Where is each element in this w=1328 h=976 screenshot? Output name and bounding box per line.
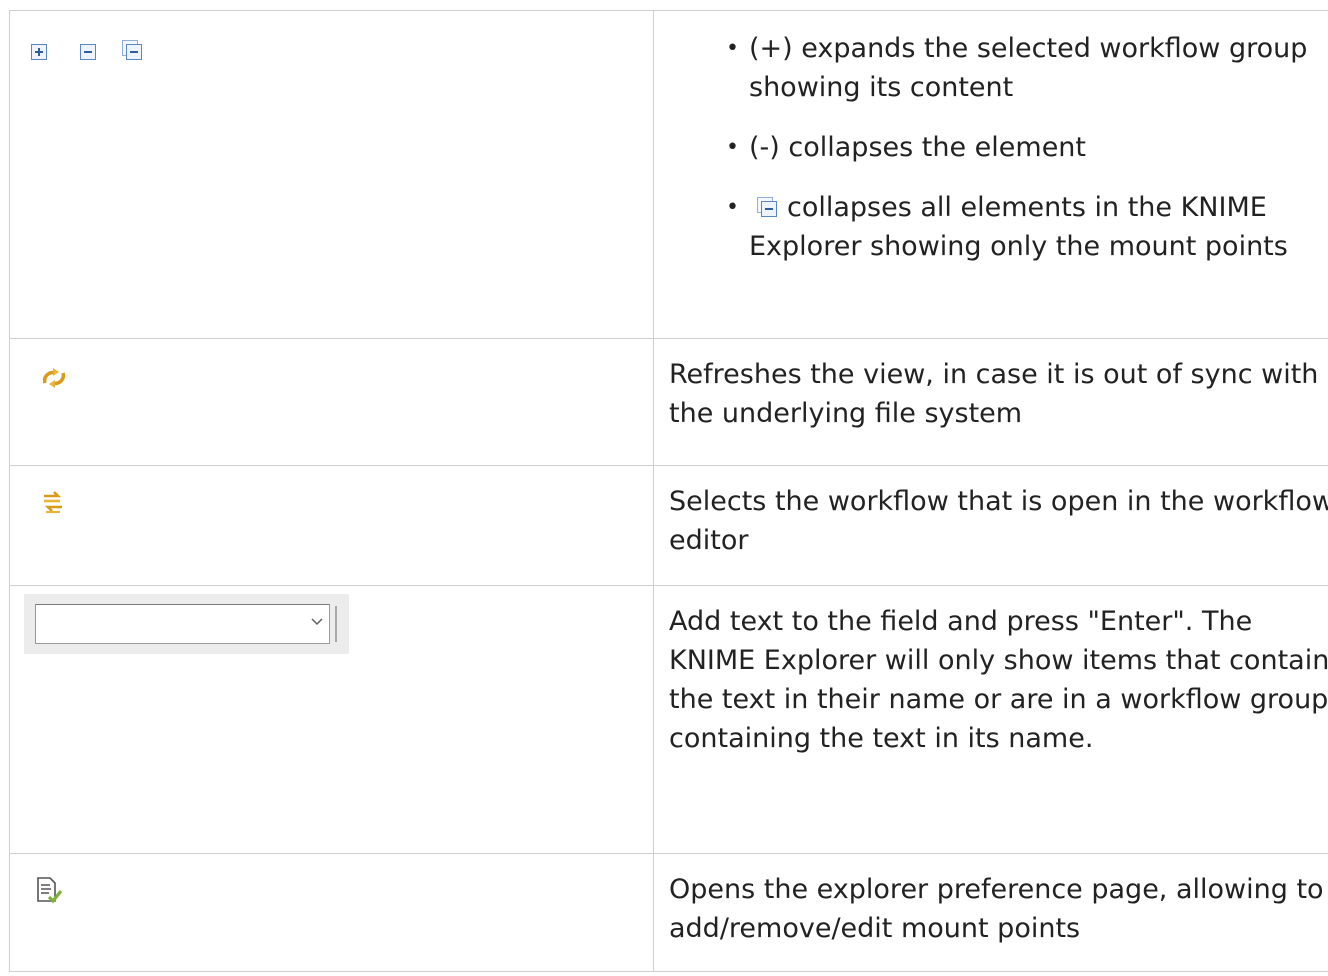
filter-toolbar [24,594,349,654]
list-item: • (-) collapses the element [726,132,1086,163]
explorer-toolbar-table: • (+) expands the selected workflow group… [9,10,1328,972]
icon-cell [9,338,654,466]
link-with-editor-icon[interactable] [38,486,68,518]
description-text: Add text to the field and press "Enter".… [669,606,1328,754]
description-text: Refreshes the view, in case it is out of… [669,359,1319,429]
chevron-down-icon[interactable] [309,613,325,629]
description-cell: Selects the workflow that is open in the… [653,465,1328,586]
description-cell: • (+) expands the selected workflow group… [653,10,1328,339]
list-item: • (+) expands the selected workflow group… [726,33,1308,103]
icon-cell [9,10,654,339]
icon-cell [9,465,654,586]
icon-cell [9,585,654,854]
table-row: • (+) expands the selected workflow group… [9,10,1328,339]
description-cell: Refreshes the view, in case it is out of… [653,338,1328,466]
description-cell: Opens the explorer preference page, allo… [653,853,1328,972]
preferences-icon[interactable] [35,876,63,906]
refresh-icon[interactable] [37,361,71,395]
bullet-text: collapses all elements in the KNIME Expl… [749,192,1288,262]
collapse-all-icon [757,197,779,219]
table-row: Opens the explorer preference page, allo… [9,853,1328,972]
filter-input[interactable] [35,604,330,644]
toolbar-separator [335,606,337,642]
bullet-list: • (+) expands the selected workflow group… [654,11,1328,266]
collapse-icon[interactable] [80,44,96,60]
list-item: • collapses all elements in the KNIME Exp… [726,192,1288,262]
description-cell: Add text to the field and press "Enter".… [653,585,1328,854]
collapse-all-icon[interactable] [122,40,142,60]
bullet-text: (-) collapses the element [749,132,1086,163]
bullet-text: (+) expands the selected workflow group … [749,33,1308,103]
expand-icon[interactable] [31,44,47,60]
table-row: Selects the workflow that is open in the… [9,465,1328,586]
table-row: Refreshes the view, in case it is out of… [9,338,1328,466]
description-text: Opens the explorer preference page, allo… [669,874,1324,944]
table-row: Add text to the field and press "Enter".… [9,585,1328,854]
description-text: Selects the workflow that is open in the… [669,486,1328,556]
icon-cell [9,853,654,972]
